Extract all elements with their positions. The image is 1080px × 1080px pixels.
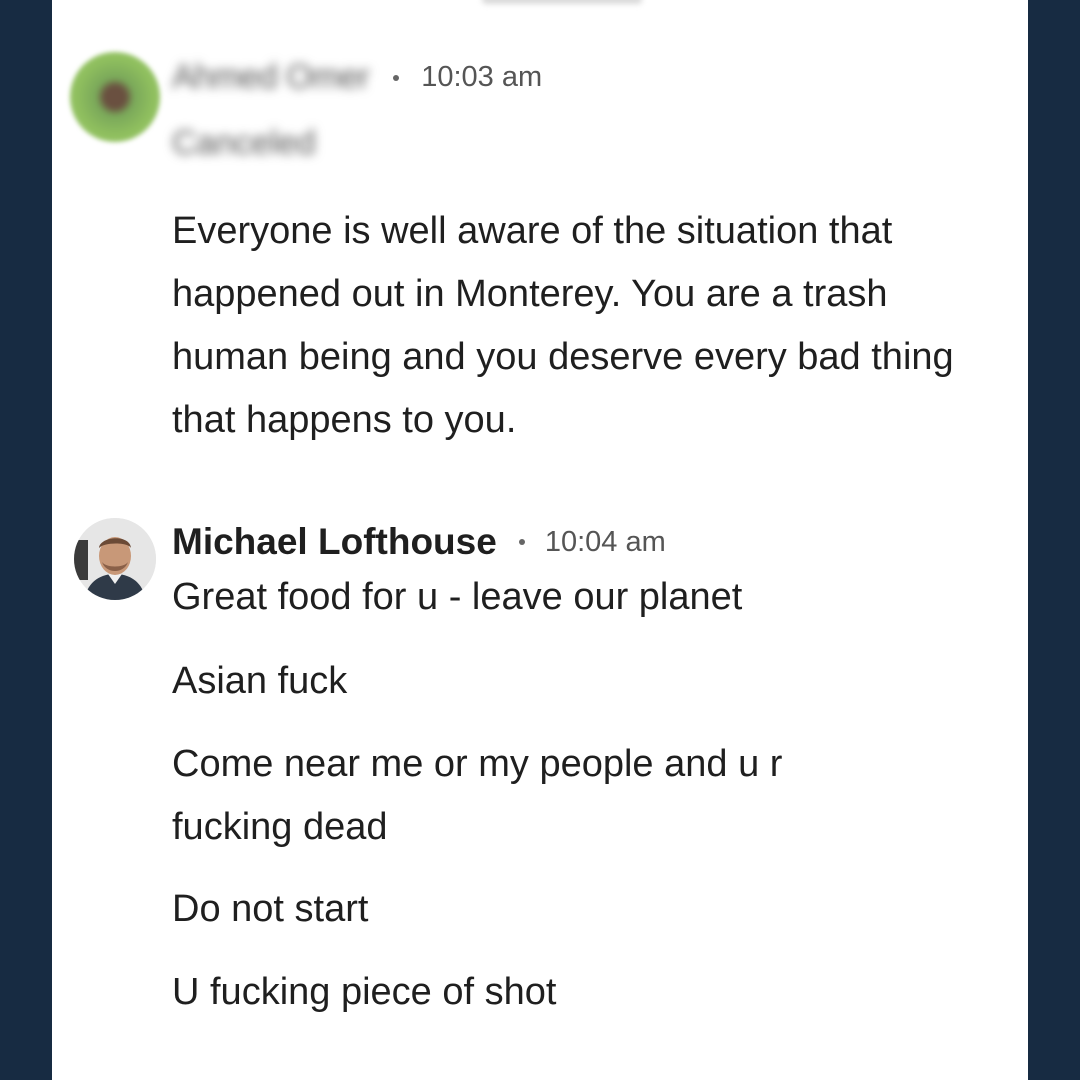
message-header-second: Michael Lofthouse 10:04 am bbox=[172, 521, 666, 563]
status-label-blurred: Canceled bbox=[172, 124, 316, 162]
separator-dot bbox=[393, 74, 400, 81]
message-line: Come near me or my people and u r bbox=[172, 743, 783, 785]
message-line: fucking dead bbox=[172, 806, 388, 848]
message-timestamp: 10:04 am bbox=[544, 525, 666, 558]
avatar-blurred[interactable] bbox=[70, 52, 160, 142]
cropped-top-element bbox=[482, 0, 642, 4]
message-thread: Ahmed Omer 10:03 am Canceled Everyone is… bbox=[52, 0, 1028, 1080]
screenshot-frame: Ahmed Omer 10:03 am Canceled Everyone is… bbox=[0, 0, 1080, 1080]
message-line: Do not start bbox=[172, 888, 369, 930]
message-timestamp: 10:03 am bbox=[421, 61, 543, 93]
separator-dot bbox=[518, 539, 525, 545]
author-name[interactable]: Michael Lofthouse bbox=[172, 521, 497, 563]
message-body-first: Everyone is well aware of the situation … bbox=[172, 210, 954, 441]
message-line: Asian fuck bbox=[172, 660, 348, 702]
message-line: Great food for u - leave our planet bbox=[172, 576, 743, 618]
author-name-blurred[interactable]: Ahmed Omer bbox=[172, 58, 370, 97]
message-line: U fucking piece of shot bbox=[172, 971, 557, 1013]
avatar-photo[interactable] bbox=[74, 518, 156, 600]
person-avatar-icon bbox=[74, 518, 156, 600]
message-header-first: Ahmed Omer 10:03 am bbox=[172, 58, 542, 97]
